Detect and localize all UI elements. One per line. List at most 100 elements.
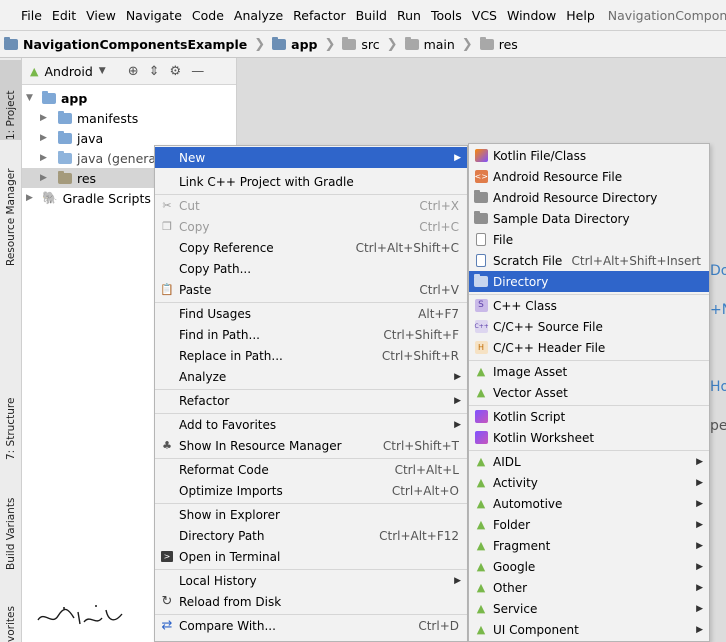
menu-analyze[interactable]: Analyze xyxy=(229,8,288,23)
chevron-down-icon[interactable]: ▼ xyxy=(26,93,38,103)
submenu-item-other[interactable]: ▲ Other ▶ xyxy=(469,577,709,598)
android-icon: ▲ xyxy=(476,581,486,594)
editor-hint-text: pe xyxy=(710,418,726,434)
menu-item-shortcut: Ctrl+D xyxy=(418,618,459,633)
menu-item-directory-path[interactable]: Directory Path Ctrl+Alt+F12 xyxy=(155,525,467,546)
menu-item-shortcut: Ctrl+Shift+F xyxy=(383,327,459,342)
submenu-item-label: Kotlin File/Class xyxy=(493,148,587,163)
menu-item-label: Replace in Path... xyxy=(179,348,283,363)
chevron-right-icon[interactable]: ▶ xyxy=(40,113,52,123)
menu-item-copy-path[interactable]: Copy Path... xyxy=(155,258,467,279)
menu-item-label: Link C++ Project with Gradle xyxy=(179,174,354,189)
folder-icon xyxy=(404,36,419,50)
submenu-item-image-asset[interactable]: ▲ Image Asset xyxy=(469,361,709,382)
android-icon: ▲ xyxy=(476,623,486,636)
chevron-down-icon[interactable]: ▼ xyxy=(99,66,106,76)
submenu-item-android-resource-file[interactable]: <> Android Resource File xyxy=(469,166,709,187)
menu-item-open-in-terminal[interactable]: > Open in Terminal xyxy=(155,546,467,567)
chevron-right-icon: ▶ xyxy=(696,477,703,488)
submenu-item-ui-component[interactable]: ▲ UI Component ▶ xyxy=(469,619,709,640)
menu-item-find-usages[interactable]: Find Usages Alt+F7 xyxy=(155,303,467,324)
menu-navigate[interactable]: Navigate xyxy=(121,8,187,23)
menu-item-show-in-resource-manager[interactable]: ♣ Show In Resource Manager Ctrl+Shift+T xyxy=(155,435,467,456)
menu-item-add-to-favorites[interactable]: Add to Favorites ▶ xyxy=(155,414,467,435)
tree-item-app[interactable]: ▼ app xyxy=(22,88,237,108)
submenu-item-scratch-file[interactable]: Scratch File Ctrl+Alt+Shift+Insert xyxy=(469,250,709,271)
menu-item-find-in-path[interactable]: Find in Path... Ctrl+Shift+F xyxy=(155,324,467,345)
breadcrumb-src[interactable]: src xyxy=(338,36,383,52)
chevron-right-icon[interactable]: ▶ xyxy=(40,153,52,163)
chevron-right-icon[interactable]: ▶ xyxy=(40,173,52,183)
submenu-item-kotlin-worksheet[interactable]: Kotlin Worksheet xyxy=(469,427,709,448)
submenu-item-service[interactable]: ▲ Service ▶ xyxy=(469,598,709,619)
menu-item-copy-reference[interactable]: Copy Reference Ctrl+Alt+Shift+C xyxy=(155,237,467,258)
tree-item-manifests[interactable]: ▶ manifests xyxy=(22,108,237,128)
menu-build[interactable]: Build xyxy=(351,8,392,23)
submenu-item-automotive[interactable]: ▲ Automotive ▶ xyxy=(469,493,709,514)
submenu-item-cpp-source-file[interactable]: C++ C/C++ Source File xyxy=(469,316,709,337)
menu-code[interactable]: Code xyxy=(187,8,229,23)
menu-item-reformat-code[interactable]: Reformat Code Ctrl+Alt+L xyxy=(155,459,467,480)
submenu-item-sample-data-directory[interactable]: Sample Data Directory xyxy=(469,208,709,229)
menu-item-reload-from-disk[interactable]: ↻ Reload from Disk xyxy=(155,591,467,612)
tab-resource-manager[interactable]: Resource Manager xyxy=(0,154,22,266)
minimize-icon[interactable]: — xyxy=(191,64,204,79)
menu-item-paste[interactable]: 📋 Paste Ctrl+V xyxy=(155,279,467,300)
breadcrumb-project[interactable]: NavigationComponentsExample xyxy=(0,36,251,52)
menu-file[interactable]: File xyxy=(16,8,47,23)
menu-edit[interactable]: Edit xyxy=(47,8,81,23)
menu-item-new[interactable]: New ▶ xyxy=(155,147,467,168)
kotlin-worksheet-icon xyxy=(474,431,488,444)
tab-project[interactable]: 1: Project xyxy=(0,60,22,140)
menu-item-refactor[interactable]: Refactor ▶ xyxy=(155,390,467,411)
tab-build-variants[interactable]: Build Variants xyxy=(0,498,22,570)
submenu-item-file[interactable]: File xyxy=(469,229,709,250)
menu-item-replace-in-path[interactable]: Replace in Path... Ctrl+Shift+R xyxy=(155,345,467,366)
gear-icon[interactable]: ⚙ xyxy=(170,64,182,79)
menu-window[interactable]: Window xyxy=(502,8,561,23)
submenu-item-label: Service xyxy=(493,601,538,616)
submenu-item-label: Folder xyxy=(493,517,531,532)
breadcrumb-main[interactable]: main xyxy=(401,36,459,52)
submenu-item-kotlin-file[interactable]: Kotlin File/Class xyxy=(469,145,709,166)
submenu-item-activity[interactable]: ▲ Activity ▶ xyxy=(469,472,709,493)
menu-item-local-history[interactable]: Local History ▶ xyxy=(155,570,467,591)
collapse-all-icon[interactable]: ⇕ xyxy=(149,64,160,79)
menu-item-compare-with[interactable]: ⇄ Compare With... Ctrl+D xyxy=(155,615,467,636)
submenu-item-kotlin-script[interactable]: Kotlin Script xyxy=(469,406,709,427)
menu-item-label: Open in Terminal xyxy=(179,549,281,564)
menu-item-show-in-explorer[interactable]: Show in Explorer xyxy=(155,504,467,525)
menu-view[interactable]: View xyxy=(81,8,121,23)
menu-tools[interactable]: Tools xyxy=(426,8,467,23)
tab-favorites[interactable]: vorites xyxy=(0,606,22,642)
chevron-right-icon[interactable]: ▶ xyxy=(26,193,38,203)
breadcrumb-res[interactable]: res xyxy=(476,36,522,52)
folder-icon xyxy=(58,110,72,124)
submenu-item-fragment[interactable]: ▲ Fragment ▶ xyxy=(469,535,709,556)
locate-icon[interactable]: ⊕ xyxy=(128,64,139,79)
submenu-item-cpp-header-file[interactable]: H C/C++ Header File xyxy=(469,337,709,358)
submenu-item-vector-asset[interactable]: ▲ Vector Asset xyxy=(469,382,709,403)
breadcrumb-app[interactable]: app xyxy=(268,36,321,52)
gradle-icon: 🐘 xyxy=(42,190,58,205)
submenu-item-label: C++ Class xyxy=(493,298,557,313)
menu-help[interactable]: Help xyxy=(561,8,600,23)
submenu-item-directory[interactable]: Directory xyxy=(469,271,709,292)
tab-structure[interactable]: 7: Structure xyxy=(0,398,22,460)
menu-run[interactable]: Run xyxy=(392,8,426,23)
menu-item-analyze[interactable]: Analyze ▶ xyxy=(155,366,467,387)
view-selector[interactable]: Android xyxy=(44,64,92,79)
submenu-item-android-resource-directory[interactable]: Android Resource Directory xyxy=(469,187,709,208)
submenu-item-label: Other xyxy=(493,580,528,595)
menu-item-copy[interactable]: ❐ Copy Ctrl+C xyxy=(155,216,467,237)
submenu-item-folder[interactable]: ▲ Folder ▶ xyxy=(469,514,709,535)
chevron-right-icon[interactable]: ▶ xyxy=(40,133,52,143)
menu-item-optimize-imports[interactable]: Optimize Imports Ctrl+Alt+O xyxy=(155,480,467,501)
submenu-item-aidl[interactable]: ▲ AIDL ▶ xyxy=(469,451,709,472)
submenu-item-google[interactable]: ▲ Google ▶ xyxy=(469,556,709,577)
menu-vcs[interactable]: VCS xyxy=(467,8,502,23)
menu-item-link-cpp-project[interactable]: Link C++ Project with Gradle xyxy=(155,171,467,192)
menu-item-cut[interactable]: ✂ Cut Ctrl+X xyxy=(155,195,467,216)
menu-refactor[interactable]: Refactor xyxy=(288,8,350,23)
submenu-item-cpp-class[interactable]: S C++ Class xyxy=(469,295,709,316)
